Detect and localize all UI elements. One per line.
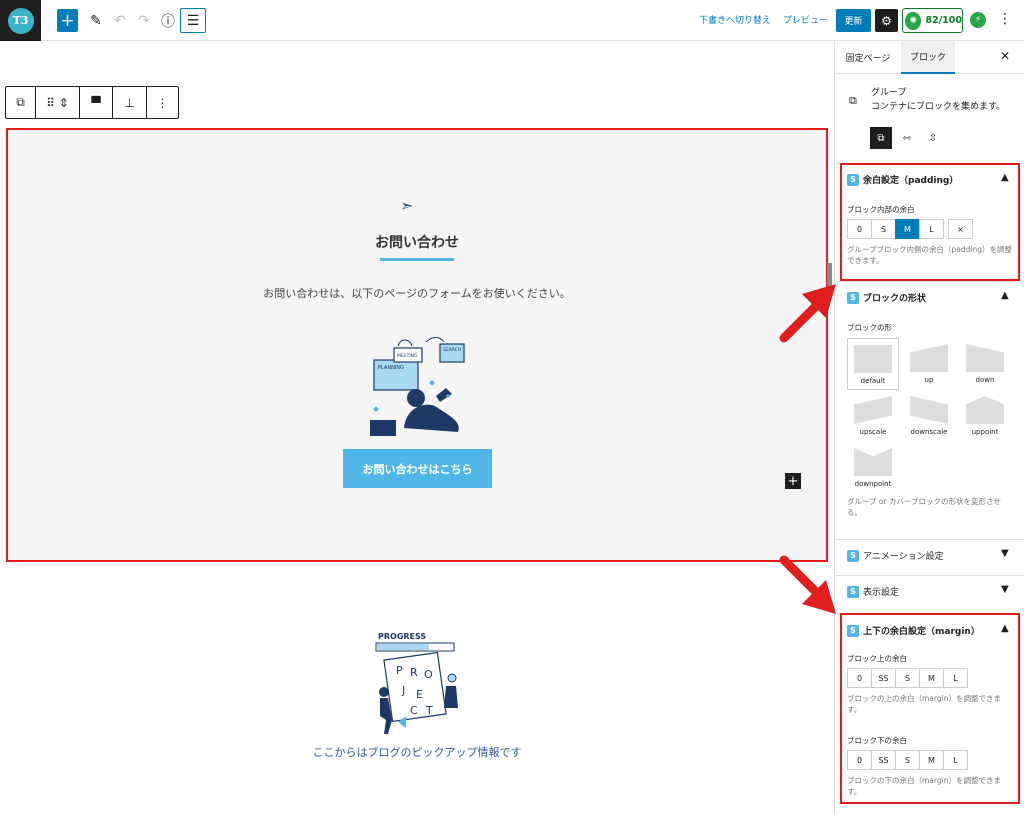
- chevron-up-icon[interactable]: ▲: [1001, 290, 1009, 301]
- score-value: 82/100: [925, 15, 962, 26]
- project-letter-j: J: [401, 684, 405, 697]
- score-circle-icon: ✺: [905, 11, 922, 30]
- annotation-arrow-up: [779, 284, 836, 343]
- shape-option-label: default: [860, 377, 886, 385]
- options-kebab-icon[interactable]: ⋮: [998, 11, 1012, 27]
- meeting-label: MEETING: [397, 353, 418, 359]
- contact-heading[interactable]: お問い合わせ: [0, 232, 834, 252]
- preview-link[interactable]: プレビュー: [783, 13, 828, 26]
- heading-underline: [380, 258, 454, 261]
- row-variant-icon[interactable]: ⇿: [896, 127, 918, 149]
- block-toolbar: ⧉ ⠿ ⇕ ▀ ⊥ ⋮: [5, 86, 179, 119]
- list-view-icon[interactable]: ☰: [180, 8, 206, 33]
- planning-label: PLANNING: [378, 365, 404, 371]
- group-block-icon[interactable]: ⧉: [6, 87, 36, 118]
- info-icon[interactable]: ⓘ: [160, 9, 176, 32]
- animation-panel-title: アニメーション設定: [863, 552, 944, 562]
- project-letter-t: T: [425, 704, 433, 717]
- project-progress-illustration: PROGRESS P R O J E C T: [375, 632, 458, 734]
- settings-sidebar: 固定ページ ブロック ✕ ⧉ グループ コンテナにブロックを集めます。 ⧉ ⇿ …: [834, 41, 1024, 814]
- planning-illustration: PLANNING MEETING SEARCH: [370, 337, 465, 436]
- switch-draft-link[interactable]: 下書きへ切り替え: [699, 13, 771, 26]
- project-letter-c: C: [410, 704, 418, 717]
- paper-plane-icon: ➣: [400, 196, 414, 215]
- group-variations: ⧉ ⇿ ⇳: [870, 127, 944, 149]
- editor-topbar: T3 + ✎ ↶ ↷ ⓘ ☰ 下書きへ切り替え プレビュー 更新 ⚙ ✺ 82/1…: [0, 0, 1024, 41]
- shape-label: ブロックの形: [847, 323, 892, 332]
- project-letter-r: R: [410, 666, 418, 679]
- sidebar-tabs: 固定ページ ブロック ✕: [835, 41, 1024, 74]
- group-variant-icon[interactable]: ⧉: [870, 127, 892, 149]
- shape-help: グループ or カバーブロックの形状を変形させる。: [847, 497, 1002, 517]
- display-panel: S 表示設定 ▼: [835, 575, 1024, 611]
- display-panel-title: 表示設定: [863, 588, 900, 598]
- progress-label: PROGRESS: [378, 632, 426, 641]
- shape-option-default[interactable]: default: [847, 338, 899, 390]
- animation-panel: S アニメーション設定 ▼: [835, 539, 1024, 575]
- snow-monkey-icon: S: [847, 549, 859, 562]
- shape-option-label: uppoint: [971, 428, 999, 436]
- snow-monkey-icon: S: [847, 585, 859, 598]
- drag-move-handle[interactable]: ⠿ ⇕: [36, 87, 80, 118]
- align-icon[interactable]: ▀: [80, 87, 113, 118]
- shape-option-downpoint[interactable]: downpoint: [847, 442, 899, 494]
- chevron-down-icon[interactable]: ▼: [1001, 584, 1009, 595]
- close-icon[interactable]: ✕: [1000, 49, 1010, 63]
- tab-block[interactable]: ブロック: [901, 41, 955, 74]
- annotation-arrow-down: [779, 555, 836, 614]
- animation-panel-header[interactable]: S アニメーション設定: [847, 549, 944, 562]
- logo-text: T3: [7, 7, 34, 34]
- shape-option-label: down: [975, 376, 995, 384]
- add-inner-block-button[interactable]: +: [785, 473, 801, 489]
- shape-option-up[interactable]: up: [903, 338, 955, 390]
- shape-panel-header[interactable]: S ブロックの形状: [847, 291, 926, 304]
- update-button[interactable]: 更新: [836, 9, 871, 32]
- search-label: SEARCH: [443, 347, 461, 353]
- contact-paragraph[interactable]: お問い合わせは、以下のページのフォームをお使いください。: [0, 285, 834, 301]
- bolt-icon[interactable]: ⚡: [970, 12, 986, 28]
- shape-option-uppoint[interactable]: uppoint: [959, 390, 1011, 442]
- project-letter-p: P: [396, 664, 403, 677]
- settings-gear-icon[interactable]: ⚙: [875, 9, 898, 32]
- shape-panel-title: ブロックの形状: [863, 294, 927, 304]
- site-logo[interactable]: T3: [0, 0, 41, 41]
- width-icon[interactable]: ⊥: [113, 87, 147, 118]
- seo-score-badge[interactable]: ✺ 82/100: [902, 8, 963, 33]
- shape-option-upscale[interactable]: upscale: [847, 390, 899, 442]
- block-description: コンテナにブロックを集めます。: [871, 102, 1006, 112]
- shape-option-downscale[interactable]: downscale: [903, 390, 955, 442]
- tab-page[interactable]: 固定ページ: [837, 41, 899, 74]
- group-block-icon: ⧉: [849, 94, 857, 107]
- margin-highlight: [840, 613, 1020, 804]
- shape-option-label: downscale: [910, 428, 948, 436]
- pencil-icon[interactable]: ✎: [88, 9, 104, 32]
- project-letter-e: E: [416, 688, 423, 701]
- shape-option-label: up: [924, 376, 934, 384]
- undo-icon[interactable]: ↶: [112, 9, 128, 32]
- snow-monkey-icon: S: [847, 291, 859, 304]
- contact-button[interactable]: お問い合わせはこちら: [343, 449, 492, 488]
- shape-option-down[interactable]: down: [959, 338, 1011, 390]
- shape-panel: S ブロックの形状 ▲ ブロックの形 default up down upscal…: [835, 281, 1024, 539]
- more-options-kebab-icon[interactable]: ⋮: [147, 87, 178, 118]
- shape-option-label: downpoint: [854, 480, 892, 488]
- shape-option-label: upscale: [859, 428, 887, 436]
- stack-variant-icon[interactable]: ⇳: [922, 127, 944, 149]
- padding-highlight: [840, 163, 1020, 281]
- redo-icon[interactable]: ↷: [136, 9, 152, 32]
- pickup-text[interactable]: ここからはブログのピックアップ情報です: [0, 744, 834, 760]
- project-letter-o: O: [424, 668, 433, 681]
- chevron-down-icon[interactable]: ▼: [1001, 548, 1009, 559]
- block-name: グループ: [871, 88, 907, 98]
- add-block-button[interactable]: +: [57, 9, 78, 32]
- display-panel-header[interactable]: S 表示設定: [847, 585, 899, 598]
